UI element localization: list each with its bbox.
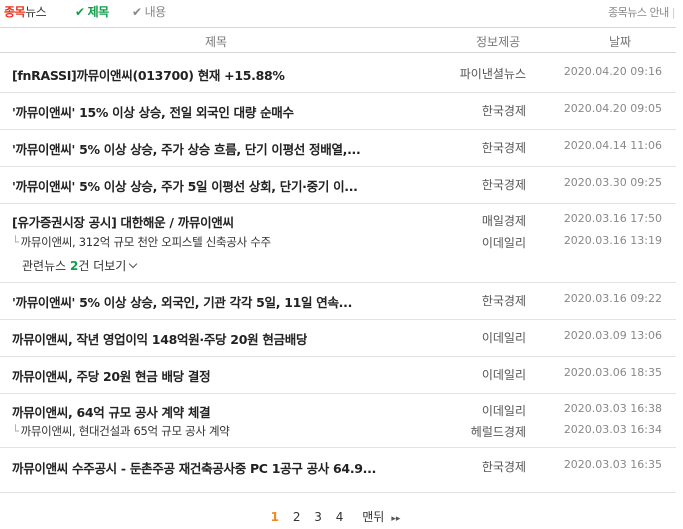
news-date: 2020.03.06 18:35 (563, 366, 662, 379)
news-date: 2020.03.16 17:50 (563, 212, 662, 225)
news-source: 한국경제 (481, 460, 526, 474)
double-chevron-right-icon: ▸▸ (391, 514, 401, 524)
table-row: [유가증권시장 공시] 대한해운 / 까뮤이앤씨 매일경제 2020.03.16… (0, 204, 676, 283)
more-prefix: 관련뉴스 (22, 259, 70, 273)
news-source: 헤럴드경제 (470, 425, 526, 439)
news-guide-label: 종목뉴스 안내 (608, 6, 669, 19)
news-title-link[interactable]: 까뮤이앤씨, 작년 영업이익 148억원·주당 20원 현금배당 (12, 329, 307, 348)
related-news-more-button[interactable]: 관련뉴스 2건 더보기 (22, 257, 138, 274)
filter-title-toggle[interactable]: ✔ 제목 (75, 3, 109, 20)
filter-title-label: 제목 (87, 5, 110, 19)
news-source: 이데일리 (481, 236, 526, 250)
news-source: 한국경제 (481, 104, 526, 118)
page-link-4[interactable]: 4 (336, 510, 344, 524)
news-title-link[interactable]: '까뮤이앤씨' 5% 이상 상승, 주가 상승 흐름, 단기 이평선 정배열,.… (12, 139, 360, 158)
news-date: 2020.04.14 11:06 (563, 139, 662, 152)
top-bar: 종목뉴스 ✔ 제목 ✔ 내용 종목뉴스 안내 | (0, 0, 683, 22)
news-title-link[interactable]: [유가증권시장 공시] 대한해운 / 까뮤이앤씨 (12, 212, 234, 231)
column-header-date: 날짜 (609, 35, 632, 49)
news-title-link[interactable]: 까뮤이앤씨 수주공시 - 둔촌주공 재건축공사중 PC 1공구 공사 64.9.… (12, 458, 376, 477)
related-news-link[interactable]: └ 까뮤이앤씨, 312억 규모 천안 오피스텔 신축공사 수주 (12, 234, 271, 250)
last-page-label: 맨뒤 (362, 510, 385, 524)
check-icon: ✔ (132, 5, 142, 19)
news-date: 2020.03.03 16:38 (563, 402, 662, 415)
news-source: 이데일리 (481, 404, 526, 418)
table-row: '까뮤이앤씨' 15% 이상 상승, 전일 외국인 대량 순매수 한국경제 20… (0, 93, 676, 130)
page-link-3[interactable]: 3 (314, 510, 322, 524)
related-news-link[interactable]: └ 까뮤이앤씨, 현대건설과 65억 규모 공사 계약 (12, 423, 230, 439)
news-source: 한국경제 (481, 178, 526, 192)
table-row: '까뮤이앤씨' 5% 이상 상승, 주가 상승 흐름, 단기 이평선 정배열,.… (0, 130, 676, 167)
guide-separator: | (671, 6, 676, 19)
filter-content-toggle[interactable]: ✔ 내용 (132, 3, 166, 20)
news-date: 2020.03.30 09:25 (563, 176, 662, 189)
brand-part2: 뉴스 (25, 5, 47, 19)
related-news-title: 까뮤이앤씨, 현대건설과 65억 규모 공사 계약 (20, 424, 230, 438)
news-date: 2020.03.09 13:06 (563, 329, 662, 342)
brand-title: 종목뉴스 (4, 3, 47, 20)
news-source: 한국경제 (481, 141, 526, 155)
table-row: 까뮤이앤씨 수주공시 - 둔촌주공 재건축공사중 PC 1공구 공사 64.9.… (0, 448, 676, 493)
pagination: 1 2 3 4 맨뒤 ▸▸ (0, 508, 676, 526)
news-title-link[interactable]: '까뮤이앤씨' 5% 이상 상승, 주가 5일 이평선 상회, 단기·중기 이.… (12, 176, 358, 195)
news-guide-link[interactable]: 종목뉴스 안내 | (608, 4, 675, 20)
news-source: 이데일리 (481, 331, 526, 345)
news-date: 2020.04.20 09:05 (563, 102, 662, 115)
tree-branch-icon: └ (12, 235, 19, 249)
chevron-down-icon (129, 259, 138, 269)
table-row: 까뮤이앤씨, 주당 20원 현금 배당 결정 이데일리 2020.03.06 1… (0, 357, 676, 394)
news-title-link[interactable]: '까뮤이앤씨' 5% 이상 상승, 외국인, 기관 각각 5일, 11일 연속.… (12, 292, 352, 311)
last-page-button[interactable]: 맨뒤 ▸▸ (357, 508, 405, 525)
news-date: 2020.03.03 16:35 (563, 458, 662, 471)
column-header-title: 제목 (205, 35, 228, 49)
tree-branch-icon: └ (12, 424, 19, 438)
page-link-2[interactable]: 2 (293, 510, 301, 524)
check-icon: ✔ (75, 5, 85, 19)
column-header-source: 정보제공 (476, 35, 521, 49)
brand-part1: 종목 (4, 5, 26, 19)
table-row: '까뮤이앤씨' 5% 이상 상승, 외국인, 기관 각각 5일, 11일 연속.… (0, 283, 676, 320)
more-suffix: 건 더보기 (78, 259, 127, 273)
table-row: [fnRASSI]까뮤이앤씨(013700) 현재 +15.88% 파이낸셜뉴스… (0, 53, 676, 93)
news-date: 2020.03.16 09:22 (563, 292, 662, 305)
news-date: 2020.04.20 09:16 (563, 65, 662, 78)
page-link-1[interactable]: 1 (271, 510, 279, 524)
news-source: 매일경제 (481, 214, 526, 228)
related-news-title: 까뮤이앤씨, 312억 규모 천안 오피스텔 신축공사 수주 (20, 235, 271, 249)
news-date: 2020.03.16 13:19 (563, 234, 662, 247)
table-header: 제목 정보제공 날짜 (0, 27, 676, 53)
news-source: 이데일리 (481, 368, 526, 382)
news-title-link[interactable]: 까뮤이앤씨, 주당 20원 현금 배당 결정 (12, 366, 210, 385)
table-row: 까뮤이앤씨, 64억 규모 공사 계약 체결 이데일리 2020.03.03 1… (0, 394, 676, 448)
table-row: 까뮤이앤씨, 작년 영업이익 148억원·주당 20원 현금배당 이데일리 20… (0, 320, 676, 357)
news-title-link[interactable]: '까뮤이앤씨' 15% 이상 상승, 전일 외국인 대량 순매수 (12, 102, 294, 121)
news-source: 파이낸셜뉴스 (459, 67, 526, 81)
news-title-link[interactable]: 까뮤이앤씨, 64억 규모 공사 계약 체결 (12, 402, 210, 421)
news-date: 2020.03.03 16:34 (563, 423, 662, 436)
filter-content-label: 내용 (144, 5, 167, 19)
news-title-link[interactable]: [fnRASSI]까뮤이앤씨(013700) 현재 +15.88% (12, 65, 285, 84)
table-row: '까뮤이앤씨' 5% 이상 상승, 주가 5일 이평선 상회, 단기·중기 이.… (0, 167, 676, 204)
news-source: 한국경제 (481, 294, 526, 308)
